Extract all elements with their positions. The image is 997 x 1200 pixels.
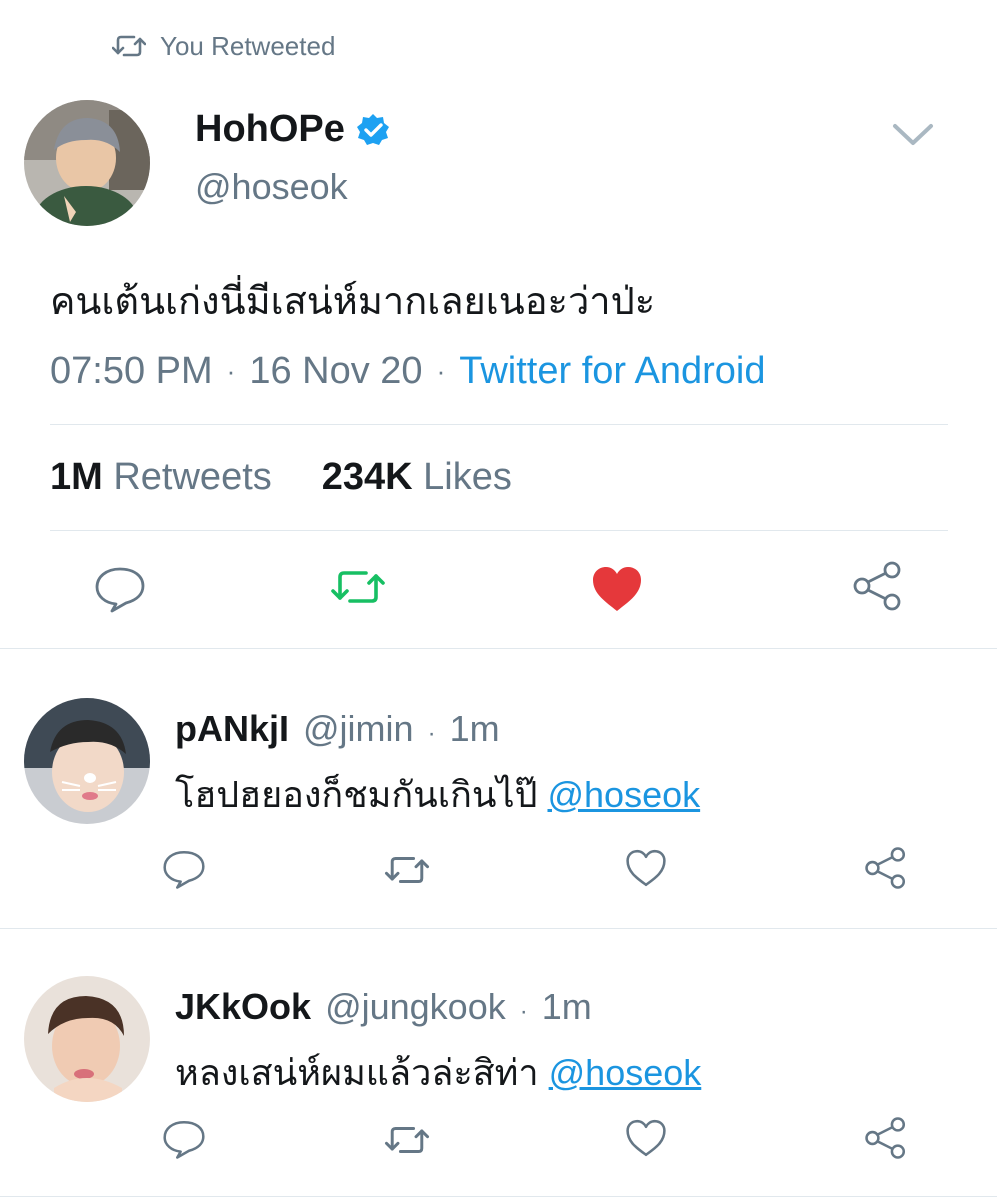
reply-text-line: หลงเสน่ห์ผมแล้วล่ะสิท่า @hoseok bbox=[175, 1044, 701, 1101]
reply-text-line: โฮปฮยองก็ชมกันเกินไป๊ @hoseok bbox=[175, 766, 700, 823]
reply-display-name[interactable]: pANkjI bbox=[175, 708, 289, 750]
meta-separator: · bbox=[427, 720, 436, 747]
tweet-stats: 1M Retweets 234K Likes bbox=[50, 456, 512, 499]
divider bbox=[0, 928, 997, 929]
retweet-icon[interactable] bbox=[384, 852, 430, 888]
author-handle[interactable]: @hoseok bbox=[195, 166, 348, 208]
reply-time: 1m bbox=[541, 986, 592, 1027]
reply-time: 1m bbox=[449, 708, 500, 749]
tweet-meta: 07:50 PM · 16 Nov 20 · Twitter for Andro… bbox=[50, 350, 765, 393]
share-icon[interactable] bbox=[864, 1116, 908, 1160]
heart-icon[interactable] bbox=[624, 848, 668, 888]
retweet-icon[interactable] bbox=[384, 1122, 430, 1158]
avatar-image bbox=[24, 698, 150, 824]
heart-icon[interactable] bbox=[590, 564, 644, 614]
reply-text: หลงเสน่ห์ผมแล้วล่ะสิท่า bbox=[175, 1052, 539, 1093]
divider bbox=[50, 424, 948, 425]
meta-separator: · bbox=[226, 356, 236, 386]
avatar[interactable] bbox=[24, 698, 150, 824]
likes-stat[interactable]: 234K Likes bbox=[322, 456, 512, 499]
reply-text: โฮปฮยองก็ชมกันเกินไป๊ bbox=[175, 774, 538, 815]
chevron-down-icon[interactable] bbox=[890, 116, 936, 152]
avatar-image bbox=[24, 100, 150, 226]
divider bbox=[0, 648, 997, 649]
reply-header: pANkjI @jimin · 1m bbox=[175, 708, 500, 750]
reply-mention-link[interactable]: @hoseok bbox=[547, 774, 700, 815]
reply-mention-link[interactable]: @hoseok bbox=[549, 1052, 702, 1093]
likes-label: Likes bbox=[423, 456, 512, 498]
verified-badge-icon bbox=[356, 113, 389, 145]
meta-separator: · bbox=[436, 356, 446, 386]
author-display-name[interactable]: HohOPe bbox=[195, 108, 345, 151]
share-icon[interactable] bbox=[864, 846, 908, 890]
reply-handle[interactable]: @jimin bbox=[303, 708, 414, 750]
retweets-label: Retweets bbox=[113, 456, 272, 498]
tweet-date: 16 Nov 20 bbox=[249, 350, 423, 392]
reply-header: JKkOok @jungkook · 1m bbox=[175, 986, 592, 1028]
meta-separator: · bbox=[519, 998, 528, 1025]
divider bbox=[50, 530, 948, 531]
reply-handle[interactable]: @jungkook bbox=[325, 986, 506, 1028]
likes-count: 234K bbox=[321, 456, 413, 498]
author-name-row[interactable]: HohOPe bbox=[195, 108, 391, 151]
tweet-source-link[interactable]: Twitter for Android bbox=[459, 350, 765, 393]
retweets-count: 1M bbox=[50, 456, 103, 498]
share-icon[interactable] bbox=[852, 560, 904, 612]
retweet-button-icon[interactable] bbox=[330, 566, 386, 608]
reply-icon[interactable] bbox=[162, 1118, 206, 1160]
tweet-time: 07:50 PM bbox=[50, 350, 213, 392]
avatar[interactable] bbox=[24, 976, 150, 1102]
reply-icon[interactable] bbox=[94, 564, 146, 614]
retweet-icon bbox=[112, 35, 146, 57]
retweeted-banner: You Retweeted bbox=[112, 28, 335, 64]
avatar-image bbox=[24, 976, 150, 1102]
retweets-stat[interactable]: 1M Retweets bbox=[50, 456, 272, 499]
retweeted-label: You Retweeted bbox=[160, 30, 336, 61]
reply-display-name[interactable]: JKkOok bbox=[175, 986, 311, 1028]
tweet-text: คนเต้นเก่งนี่มีเสน่ห์มากเลยเนอะว่าป่ะ bbox=[50, 281, 656, 323]
divider bbox=[0, 1196, 997, 1197]
avatar[interactable] bbox=[24, 100, 150, 226]
heart-icon[interactable] bbox=[624, 1118, 668, 1158]
reply-icon[interactable] bbox=[162, 848, 206, 890]
